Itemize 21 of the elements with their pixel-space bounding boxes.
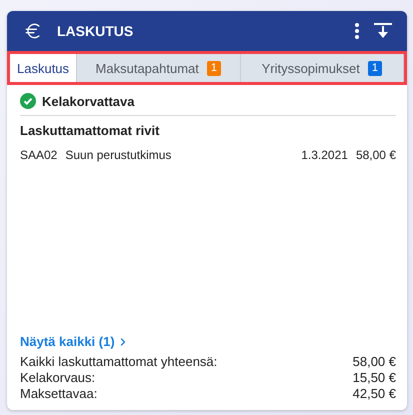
section-title: Laskuttamattomat rivit [20,123,160,138]
arrow-down-icon [373,22,393,40]
total-label: Kaikki laskuttamattomat yhteensä: [20,354,218,370]
tab[interactable]: Laskutus [10,54,78,82]
total-value: 58,00 € [352,354,396,370]
show-all-link[interactable]: Näytä kaikki (1) [20,334,129,349]
table-cell: SAA02 [20,148,58,162]
total-label: Maksettavaa: [20,386,98,402]
count-badge: 1 [368,60,382,76]
table-cell: 58,00 € [356,148,396,162]
total-label: Kelakorvaus: [20,370,96,386]
collapse-button[interactable] [373,22,393,40]
kebab-icon [355,23,359,39]
count-badge: 1 [206,60,222,76]
more-button[interactable] [355,23,359,39]
table-cell: 1.3.2021 [301,148,348,162]
total-value: 15,50 € [352,370,396,386]
table-cell-text: Suun perustutkimus [65,148,172,162]
total-value: 42,50 € [352,386,396,402]
card-title: LASKUTUS [57,23,134,39]
status-label: Kelakorvattava [42,94,134,108]
